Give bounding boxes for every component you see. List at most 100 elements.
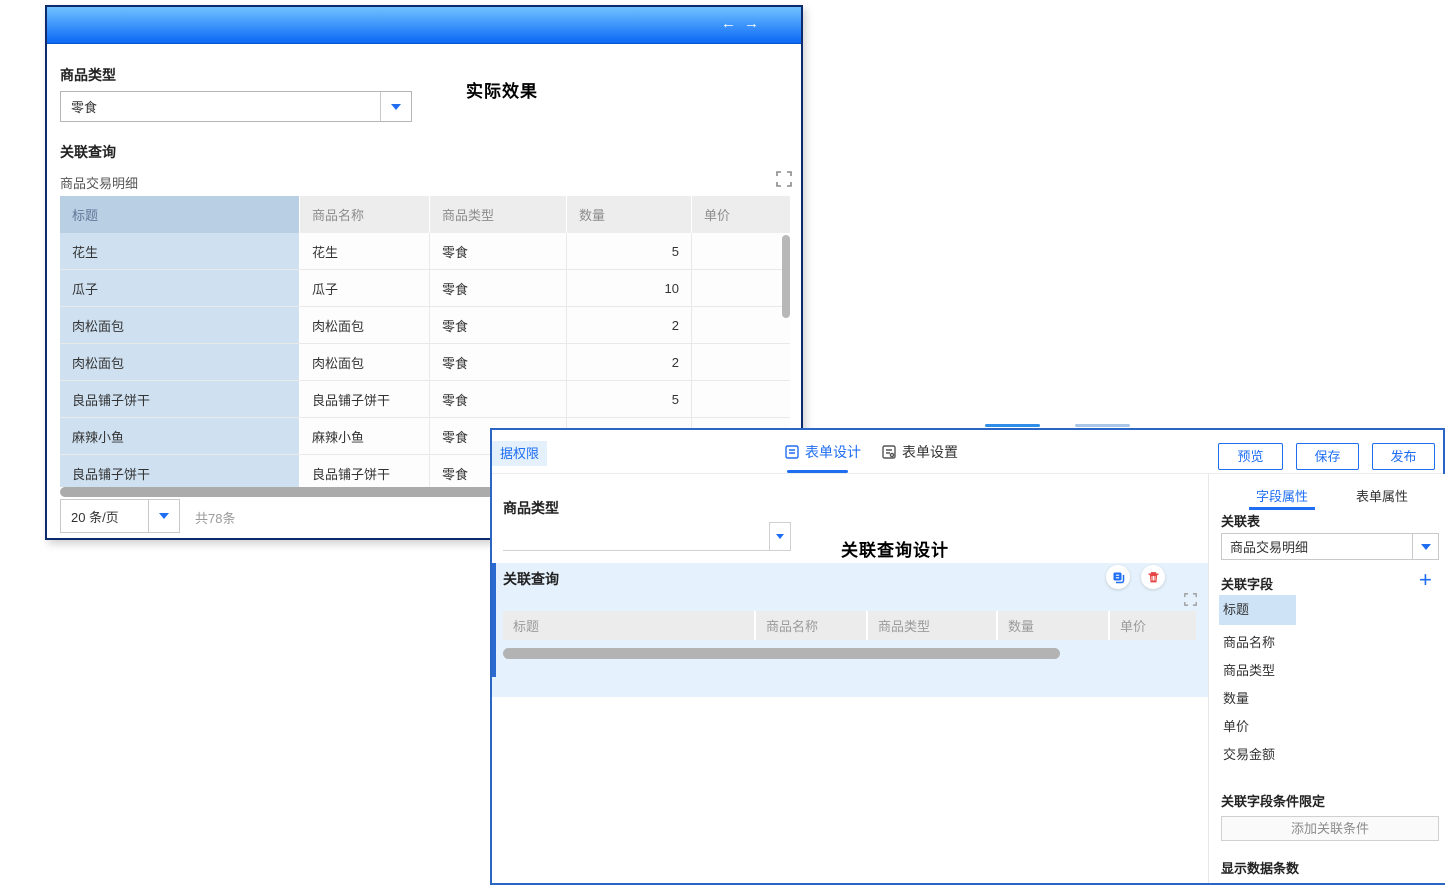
column-header: 数量 xyxy=(998,611,1110,640)
preview-button[interactable]: 预览 xyxy=(1218,443,1283,470)
column-header: 标题 xyxy=(503,611,756,640)
column-header: 商品类型 xyxy=(430,196,567,233)
cell-qty: 2 xyxy=(567,344,692,380)
tab-data-permission[interactable]: 据权限 xyxy=(492,441,547,466)
table-row[interactable]: 瓜子 瓜子 零食 10 xyxy=(60,270,790,307)
product-type-value: 零食 xyxy=(61,97,380,116)
cell-name: 良品铺子饼干 xyxy=(300,381,430,417)
column-header: 单价 xyxy=(692,196,790,233)
chevron-down-icon[interactable] xyxy=(148,500,179,532)
field-list-item[interactable]: 数量 xyxy=(1219,685,1439,713)
column-header: 商品名称 xyxy=(300,196,430,233)
field-list-item[interactable]: 单价 xyxy=(1219,713,1439,741)
page-size-select[interactable]: 20 条/页 xyxy=(60,499,180,533)
product-type-label: 商品类型 xyxy=(60,65,116,85)
table-title: 商品交易明细 xyxy=(60,173,138,192)
product-type-input[interactable] xyxy=(503,522,769,551)
tab-form-settings-label: 表单设置 xyxy=(902,442,958,462)
forward-arrow-icon[interactable]: → xyxy=(744,15,759,32)
tab-form-properties[interactable]: 表单属性 xyxy=(1356,486,1408,505)
cell-qty: 2 xyxy=(567,307,692,343)
cell-name: 花生 xyxy=(300,233,430,269)
section-label: 关联查询 xyxy=(503,569,559,589)
cell-type: 零食 xyxy=(430,381,567,417)
designer-table-header: 标题商品名称商品类型数量单价 xyxy=(503,611,1196,640)
chevron-down-icon[interactable] xyxy=(380,92,411,121)
table-row[interactable]: 良品铺子饼干 良品铺子饼干 零食 5 xyxy=(60,381,790,418)
cell-type: 零食 xyxy=(430,233,567,269)
vertical-scrollbar[interactable] xyxy=(782,235,790,318)
cell-title: 肉松面包 xyxy=(60,307,300,343)
tab-form-design[interactable]: 表单设计 xyxy=(785,442,861,462)
form-design-icon xyxy=(785,445,799,459)
properties-panel: 字段属性 表单属性 关联表 商品交易明细 关联字段 + 标题商品名称商品类型数量… xyxy=(1208,474,1445,883)
cell-title: 花生 xyxy=(60,233,300,269)
cell-name: 肉松面包 xyxy=(300,307,430,343)
active-tab-underline xyxy=(1249,507,1315,510)
tab-form-settings[interactable]: 表单设置 xyxy=(882,442,958,462)
cell-type: 零食 xyxy=(430,344,567,380)
chevron-down-icon[interactable] xyxy=(769,522,791,551)
field-list-item[interactable]: 商品名称 xyxy=(1219,629,1439,657)
copy-icon[interactable] xyxy=(1106,565,1130,589)
back-arrow-icon[interactable]: ← xyxy=(721,15,736,32)
column-header: 商品类型 xyxy=(868,611,998,640)
product-type-label: 商品类型 xyxy=(503,498,559,518)
horizontal-scrollbar[interactable] xyxy=(503,648,1060,659)
preview-annotation: 实际效果 xyxy=(466,77,538,102)
field-list-item[interactable]: 标题 xyxy=(1219,595,1296,625)
condition-label: 关联字段条件限定 xyxy=(1221,791,1325,810)
table-row[interactable]: 肉松面包 肉松面包 零食 2 xyxy=(60,307,790,344)
column-header: 数量 xyxy=(567,196,692,233)
column-header: 商品名称 xyxy=(756,611,868,640)
cell-title: 良品铺子饼干 xyxy=(60,455,300,487)
designer-topbar: 据权限 表单设计 表单设置 预览 保存 发布 xyxy=(492,430,1443,474)
background-tab-underline xyxy=(985,424,1040,427)
cell-price xyxy=(692,307,790,343)
add-field-icon[interactable]: + xyxy=(1419,570,1432,590)
form-settings-icon xyxy=(882,445,896,459)
table-row[interactable]: 肉松面包 肉松面包 零食 2 xyxy=(60,344,790,381)
column-header: 标题 xyxy=(60,196,300,233)
cell-type: 零食 xyxy=(430,270,567,306)
related-fields-label: 关联字段 xyxy=(1221,574,1273,593)
cell-name: 肉松面包 xyxy=(300,344,430,380)
related-query-label: 关联查询 xyxy=(60,142,116,162)
cell-qty: 5 xyxy=(567,381,692,417)
related-table-value: 商品交易明细 xyxy=(1222,537,1412,556)
designer-window: 据权限 表单设计 表单设置 预览 保存 发布 商品类型 关联查询设计 关联查询 xyxy=(490,428,1445,885)
cell-title: 麻辣小鱼 xyxy=(60,418,300,454)
column-header: 单价 xyxy=(1110,611,1196,640)
related-query-section[interactable]: 关联查询 标题商品名称商品类型数量单价 xyxy=(492,563,1208,697)
designer-annotation: 关联查询设计 xyxy=(841,536,949,561)
publish-button[interactable]: 发布 xyxy=(1372,443,1435,470)
cell-qty: 10 xyxy=(567,270,692,306)
field-list-item[interactable]: 交易金额 xyxy=(1219,741,1439,769)
delete-icon[interactable] xyxy=(1141,565,1165,589)
add-condition-button[interactable]: 添加关联条件 xyxy=(1221,816,1439,841)
cell-name: 良品铺子饼干 xyxy=(300,455,430,487)
cell-type: 零食 xyxy=(430,307,567,343)
save-button[interactable]: 保存 xyxy=(1296,443,1359,470)
product-type-select[interactable]: 零食 xyxy=(60,91,412,122)
cell-title: 瓜子 xyxy=(60,270,300,306)
field-list: 标题商品名称商品类型数量单价交易金额 xyxy=(1219,595,1439,769)
cell-title: 肉松面包 xyxy=(60,344,300,380)
cell-price xyxy=(692,233,790,269)
expand-icon[interactable] xyxy=(776,171,792,187)
cell-qty: 5 xyxy=(567,233,692,269)
cell-price xyxy=(692,344,790,380)
expand-icon[interactable] xyxy=(1184,593,1197,606)
selection-indicator xyxy=(492,563,496,677)
cell-price xyxy=(692,270,790,306)
related-table-select[interactable]: 商品交易明细 xyxy=(1221,533,1439,560)
field-list-item[interactable]: 商品类型 xyxy=(1219,657,1439,685)
active-tab-underline xyxy=(787,470,848,473)
table-row[interactable]: 花生 花生 零食 5 xyxy=(60,233,790,270)
related-table-label: 关联表 xyxy=(1221,511,1260,530)
tab-field-properties[interactable]: 字段属性 xyxy=(1256,486,1308,505)
preview-window-titlebar: ← → xyxy=(47,7,801,44)
tab-form-design-label: 表单设计 xyxy=(805,442,861,462)
data-count-label: 显示数据条数 xyxy=(1221,858,1299,877)
chevron-down-icon[interactable] xyxy=(1412,534,1438,559)
